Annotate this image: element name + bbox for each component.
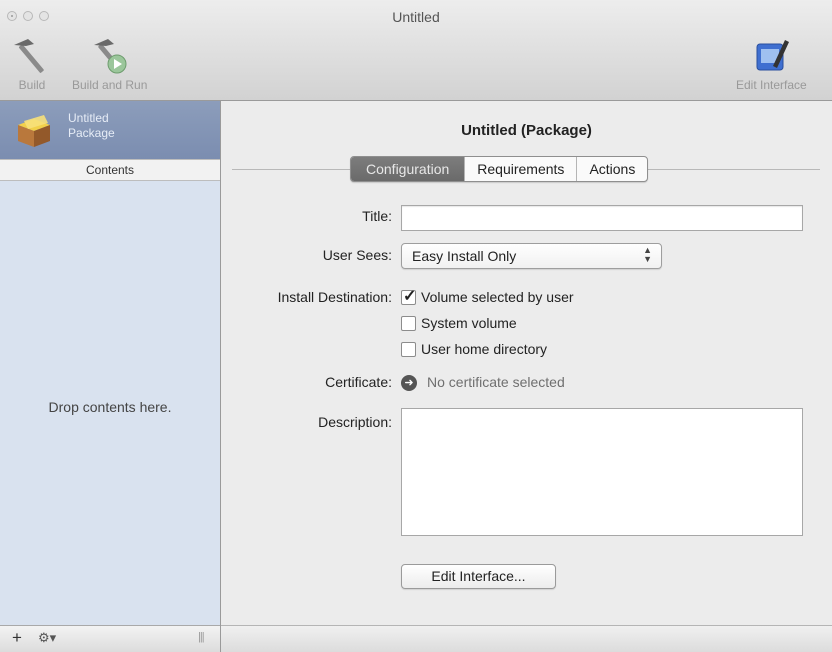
arrow-right-circle-icon[interactable]: ➜: [401, 375, 417, 391]
hammer-play-icon: [93, 39, 127, 74]
page-title: Untitled (Package): [461, 122, 592, 139]
checkbox[interactable]: [401, 341, 416, 357]
title-input[interactable]: [401, 205, 803, 231]
description-textarea[interactable]: [401, 408, 803, 536]
user-sees-select[interactable]: Easy Install Only ▲ ▼: [401, 243, 662, 269]
title-label: Title:: [362, 208, 392, 224]
main-footer: [221, 625, 832, 652]
tab-requirements[interactable]: Requirements: [464, 157, 576, 181]
checkbox[interactable]: ✓: [401, 288, 416, 305]
package-icon: [18, 115, 50, 147]
tab-actions[interactable]: Actions: [576, 157, 647, 181]
destination-user-home-directory[interactable]: User home directory: [401, 340, 547, 358]
edit-interface-toolbar-button[interactable]: Edit Interface: [736, 36, 807, 92]
drop-zone-placeholder: Drop contents here.: [48, 399, 172, 415]
updown-arrows-icon: ▲ ▼: [643, 245, 652, 264]
destination-system-volume[interactable]: System volume: [401, 314, 517, 332]
install-destination-label: Install Destination:: [277, 289, 392, 305]
sidebar-footer: + ⚙▾ |||: [0, 625, 220, 652]
destination-volume-selected-by-user[interactable]: ✓ Volume selected by user: [401, 288, 574, 306]
gear-menu-button[interactable]: ⚙▾: [38, 630, 56, 646]
user-sees-value: Easy Install Only: [412, 248, 517, 264]
sidebar: Untitled Package Contents Drop contents …: [0, 101, 221, 652]
tab-configuration[interactable]: Configuration: [351, 157, 465, 181]
resize-handle[interactable]: |||: [198, 631, 205, 643]
build-and-run-button[interactable]: Build and Run: [72, 36, 147, 92]
checkbox[interactable]: [401, 315, 416, 331]
certificate-value: No certificate selected: [427, 374, 565, 390]
window-toolbar: Untitled Build Build and Run Edit Interf…: [0, 0, 832, 101]
description-label: Description:: [318, 414, 392, 430]
checkmark-icon: ✓: [403, 287, 417, 305]
hammer-icon: [14, 39, 44, 73]
sidebar-item-untitled-package[interactable]: Untitled Package: [0, 101, 220, 159]
add-button[interactable]: +: [12, 628, 22, 648]
contents-header: Contents: [0, 159, 220, 181]
interface-builder-icon: [756, 40, 790, 71]
window-title: Untitled: [392, 9, 440, 25]
certificate-label: Certificate:: [325, 374, 392, 390]
edit-interface-button[interactable]: Edit Interface...: [401, 564, 556, 589]
build-button[interactable]: Build: [10, 36, 54, 92]
user-sees-label: User Sees:: [322, 247, 392, 263]
tab-bar: Configuration Requirements Actions: [350, 156, 649, 182]
